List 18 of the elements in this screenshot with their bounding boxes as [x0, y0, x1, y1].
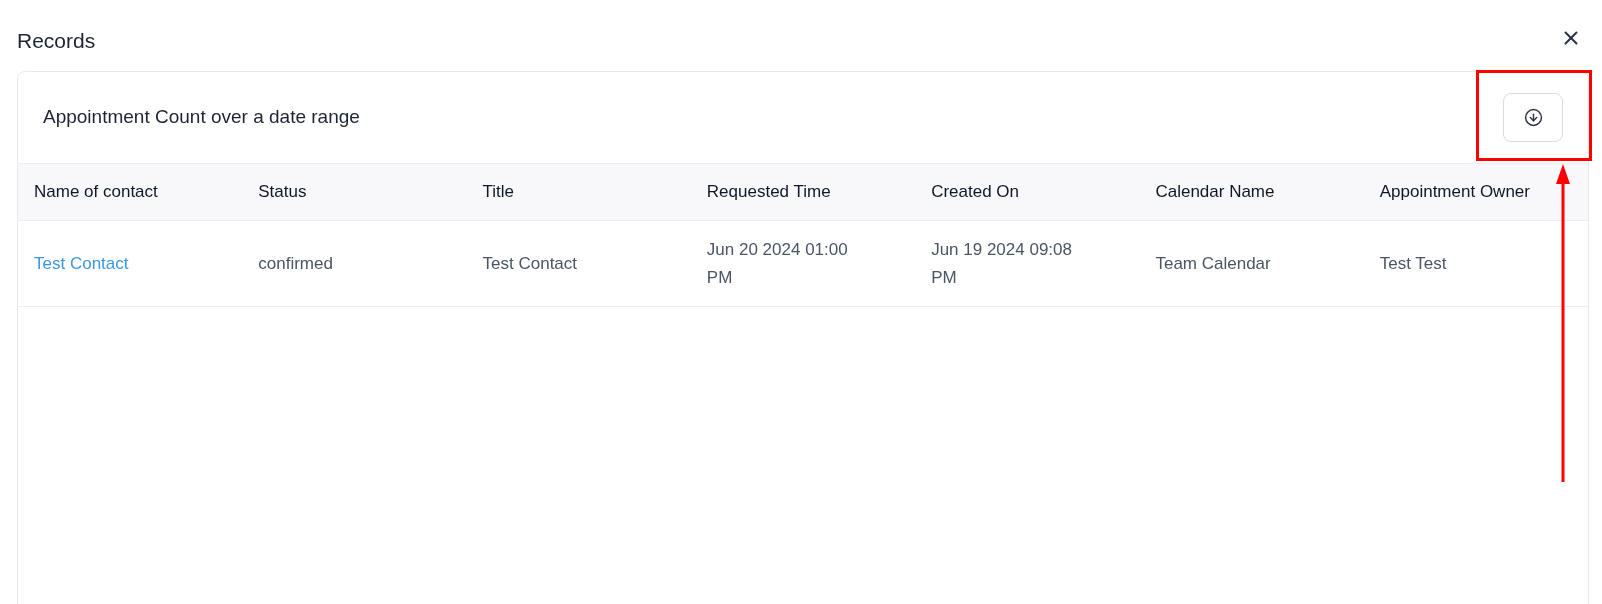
column-header: Requested Time — [706, 181, 831, 204]
download-icon — [1523, 108, 1543, 127]
table-cell-text: Jun 20 2024 01:00 PM — [706, 238, 849, 289]
table-cell-text: Jun 19 2024 09:08 PM — [931, 238, 1073, 289]
column-header: Name of contact — [34, 181, 158, 204]
contact-link[interactable]: Test Contact — [34, 249, 129, 278]
table-cell-text: Team Calendar — [1155, 252, 1271, 275]
table-cell-text: Test Contact — [482, 252, 578, 275]
report-title: Appointment Count over a date range — [43, 105, 360, 130]
column-header: Status — [258, 181, 307, 204]
dialog-title: Records — [17, 28, 96, 54]
table-cell-text: Test Test — [1379, 252, 1447, 275]
column-header: Calendar Name — [1155, 181, 1275, 204]
download-button[interactable] — [1503, 93, 1563, 142]
table-cell-text: confirmed — [258, 252, 333, 275]
column-header: Created On — [931, 181, 1020, 204]
column-header: Title — [482, 181, 515, 204]
column-header: Appointment Owner — [1379, 181, 1530, 204]
